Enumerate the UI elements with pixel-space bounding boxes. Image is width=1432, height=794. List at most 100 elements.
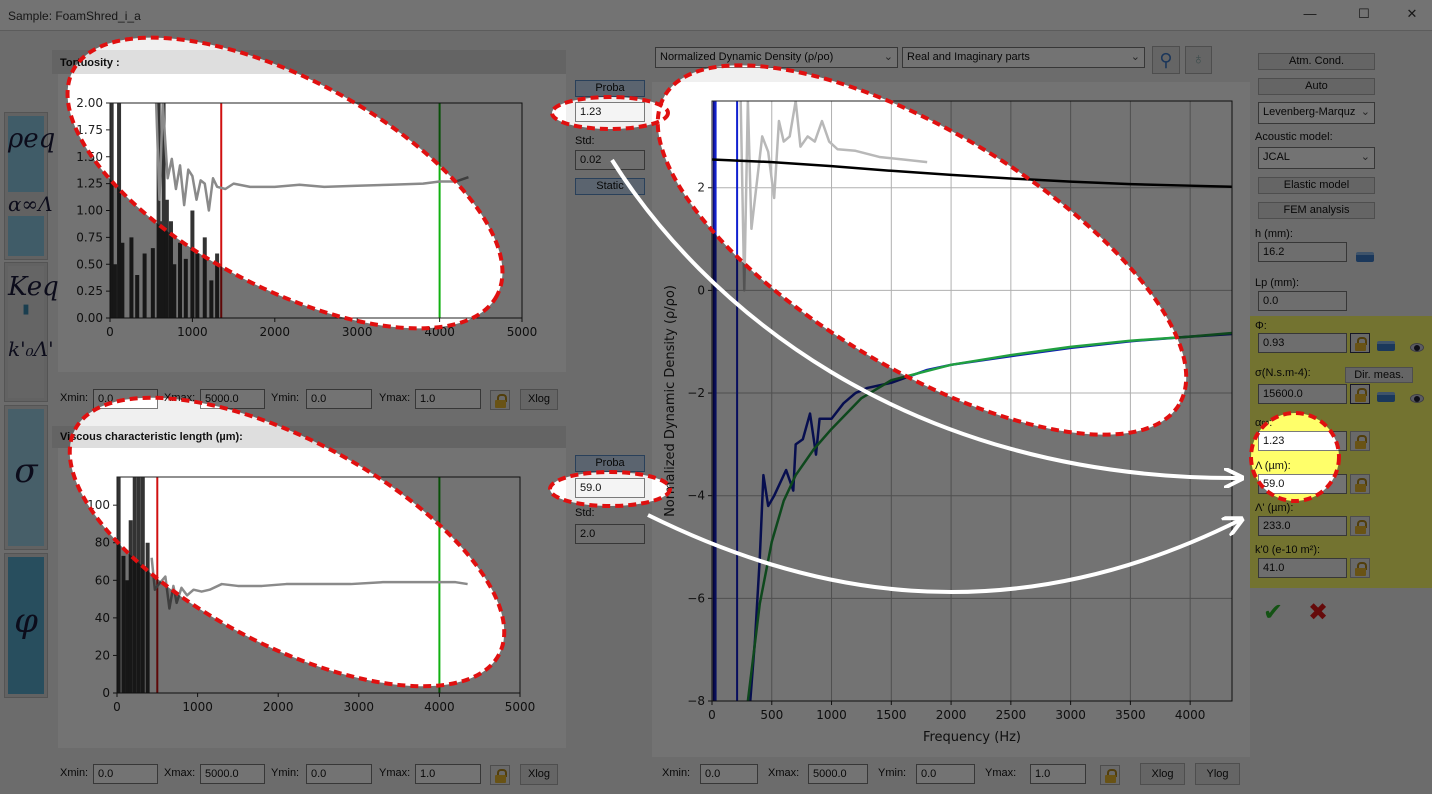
algorithm-dropdown[interactable]: Levenberg-Marquz ⌄ [1258,102,1375,124]
k0-lock-icon[interactable] [1350,558,1370,578]
ymin-label: Ymin: [271,392,300,404]
sigma-eye-icon[interactable] [1410,394,1424,403]
close-button[interactable]: ✕ [1400,6,1424,24]
phi-lock-icon[interactable] [1350,333,1370,353]
lock-icon[interactable] [490,390,510,410]
sigma-icon: σ [8,409,44,546]
phi-eye-icon[interactable] [1410,343,1424,352]
ymax-input[interactable] [415,389,481,409]
minimize-button[interactable]: — [1298,6,1322,24]
viscous-proba-button[interactable]: Proba [575,455,645,472]
lambda-label: Λ (µm): [1255,460,1291,472]
y-tick-label: 2 [697,181,705,195]
sigma-input[interactable] [1258,384,1347,404]
xmin-input[interactable] [700,764,758,784]
plot-marks [712,101,1232,701]
plot-marks [117,477,468,693]
x-tick-label: 3500 [1115,708,1146,722]
viscous-std-input[interactable] [575,524,645,544]
x-tick-label: 2000 [263,700,294,714]
phi-tab[interactable]: φ [4,553,48,698]
phi-input[interactable] [1258,333,1347,353]
y-tick-label: 0 [697,283,705,297]
alpha-inf-label: α∞: [1255,417,1273,429]
lambda-input[interactable] [1258,474,1347,494]
y-tick-label: 80 [95,536,110,550]
dir-meas-button[interactable]: Dir. meas. [1345,367,1413,383]
ymin-input[interactable] [306,764,372,784]
confirm-check-icon[interactable]: ✔ [1263,598,1283,627]
xmax-input[interactable] [200,764,265,784]
auto-button[interactable]: Auto [1258,78,1375,95]
x-tick-label: 2000 [260,325,291,339]
cancel-x-icon[interactable]: ✖ [1308,598,1328,627]
chevron-down-icon: ⌄ [1360,105,1370,118]
hint-button[interactable]: ♁ [1185,46,1212,74]
lp-input[interactable] [1258,291,1347,311]
y-tick-label: 1.50 [76,150,103,164]
xmax-input[interactable] [200,389,265,409]
lp-label: Lp (mm): [1255,277,1299,289]
k-eq-icon: Keq ▮ k'₀Λ' [8,266,59,398]
parts-dropdown-value: Real and Imaginary parts [907,51,1030,63]
y-tick-label: 20 [95,648,110,662]
xmin-input[interactable] [93,764,158,784]
xmin-label: Xmin: [60,392,89,404]
sigma-ruler-icon[interactable] [1377,392,1395,402]
ymax-input[interactable] [415,764,481,784]
ymax-label: Ymax: [379,767,411,779]
sigma-tab[interactable]: σ [4,405,48,550]
parts-dropdown[interactable]: Real and Imaginary parts ⌄ [902,47,1145,68]
series-line-measured [150,557,468,610]
viscous-value-input[interactable] [575,478,645,498]
xmax-input[interactable] [808,764,868,784]
ymin-input[interactable] [916,764,975,784]
tortuosity-chart[interactable]: 0 1000 2000 3000 4000 5000 0.00 0.25 0.50 0.75 1.0… [58,74,566,372]
atm-cond-button[interactable]: Atm. Cond. [1258,53,1375,70]
maximize-button[interactable]: ☐ [1352,6,1376,24]
lambda-prime-input[interactable] [1258,516,1347,536]
quantity-dropdown[interactable]: Normalized Dynamic Density (ρ/ρo) ⌄ [655,47,898,68]
xlog-button[interactable]: Xlog [520,389,558,410]
zoom-search-button[interactable]: ⚲ [1152,46,1180,74]
lambda-lock-icon[interactable] [1350,474,1370,494]
viscous-length-chart[interactable]: 0 1000 2000 3000 4000 5000 0 20 40 60 80 100 [58,448,566,748]
fem-analysis-button[interactable]: FEM analysis [1258,202,1375,219]
ylog-button[interactable]: Ylog [1195,763,1240,785]
y-tick-label: 0.25 [76,284,103,298]
h-input[interactable] [1258,242,1347,262]
sigma-lock-icon[interactable] [1350,384,1370,404]
tortuosity-static-button[interactable]: Static [575,178,645,195]
alpha-inf-input[interactable] [1258,431,1347,451]
ymin-input[interactable] [306,389,372,409]
k-eq-tab[interactable]: Keq ▮ k'₀Λ' [4,262,59,402]
acoustic-model-dropdown[interactable]: JCAL ⌄ [1258,147,1375,169]
sigma-glyph: σ [14,451,38,491]
magnifier-icon: ⚲ [1159,50,1173,70]
xmin-input[interactable] [93,389,158,409]
alpha-inf-lock-icon[interactable] [1350,431,1370,451]
k0-input[interactable] [1258,558,1347,578]
rho-alpha-tab[interactable]: ρeq α∞Λ [4,112,55,260]
thermometer-icon: ▮ [22,302,30,317]
quantity-dropdown-value: Normalized Dynamic Density (ρ/ρo) [660,51,834,63]
x-tick-label: 4000 [1175,708,1206,722]
tortuosity-value-input[interactable] [575,102,645,122]
algorithm-value: Levenberg-Marquz [1263,106,1356,118]
elastic-model-button[interactable]: Elastic model [1258,177,1375,194]
xlog-button[interactable]: Xlog [1140,763,1185,785]
ymax-input[interactable] [1030,764,1086,784]
lock-icon[interactable] [490,765,510,785]
dynamic-density-chart[interactable]: 0 500 1000 1500 2000 2500 3000 3500 4000 −8 −6 −4 −2… [652,82,1250,757]
ruler-icon[interactable] [1356,252,1374,262]
phi-ruler-icon[interactable] [1377,341,1395,351]
tortuosity-proba-button[interactable]: Proba [575,80,645,97]
chevron-down-icon: ⌄ [1130,51,1140,63]
ymin-label: Ymin: [271,767,300,779]
tortuosity-std-input[interactable] [575,150,645,170]
lambda-prime-lock-icon[interactable] [1350,516,1370,536]
xlog-button[interactable]: Xlog [520,764,558,785]
lambda-prime-label: Λ' (µm): [1255,502,1294,514]
lock-icon[interactable] [1100,765,1120,785]
x-tick-label: 2500 [996,708,1027,722]
